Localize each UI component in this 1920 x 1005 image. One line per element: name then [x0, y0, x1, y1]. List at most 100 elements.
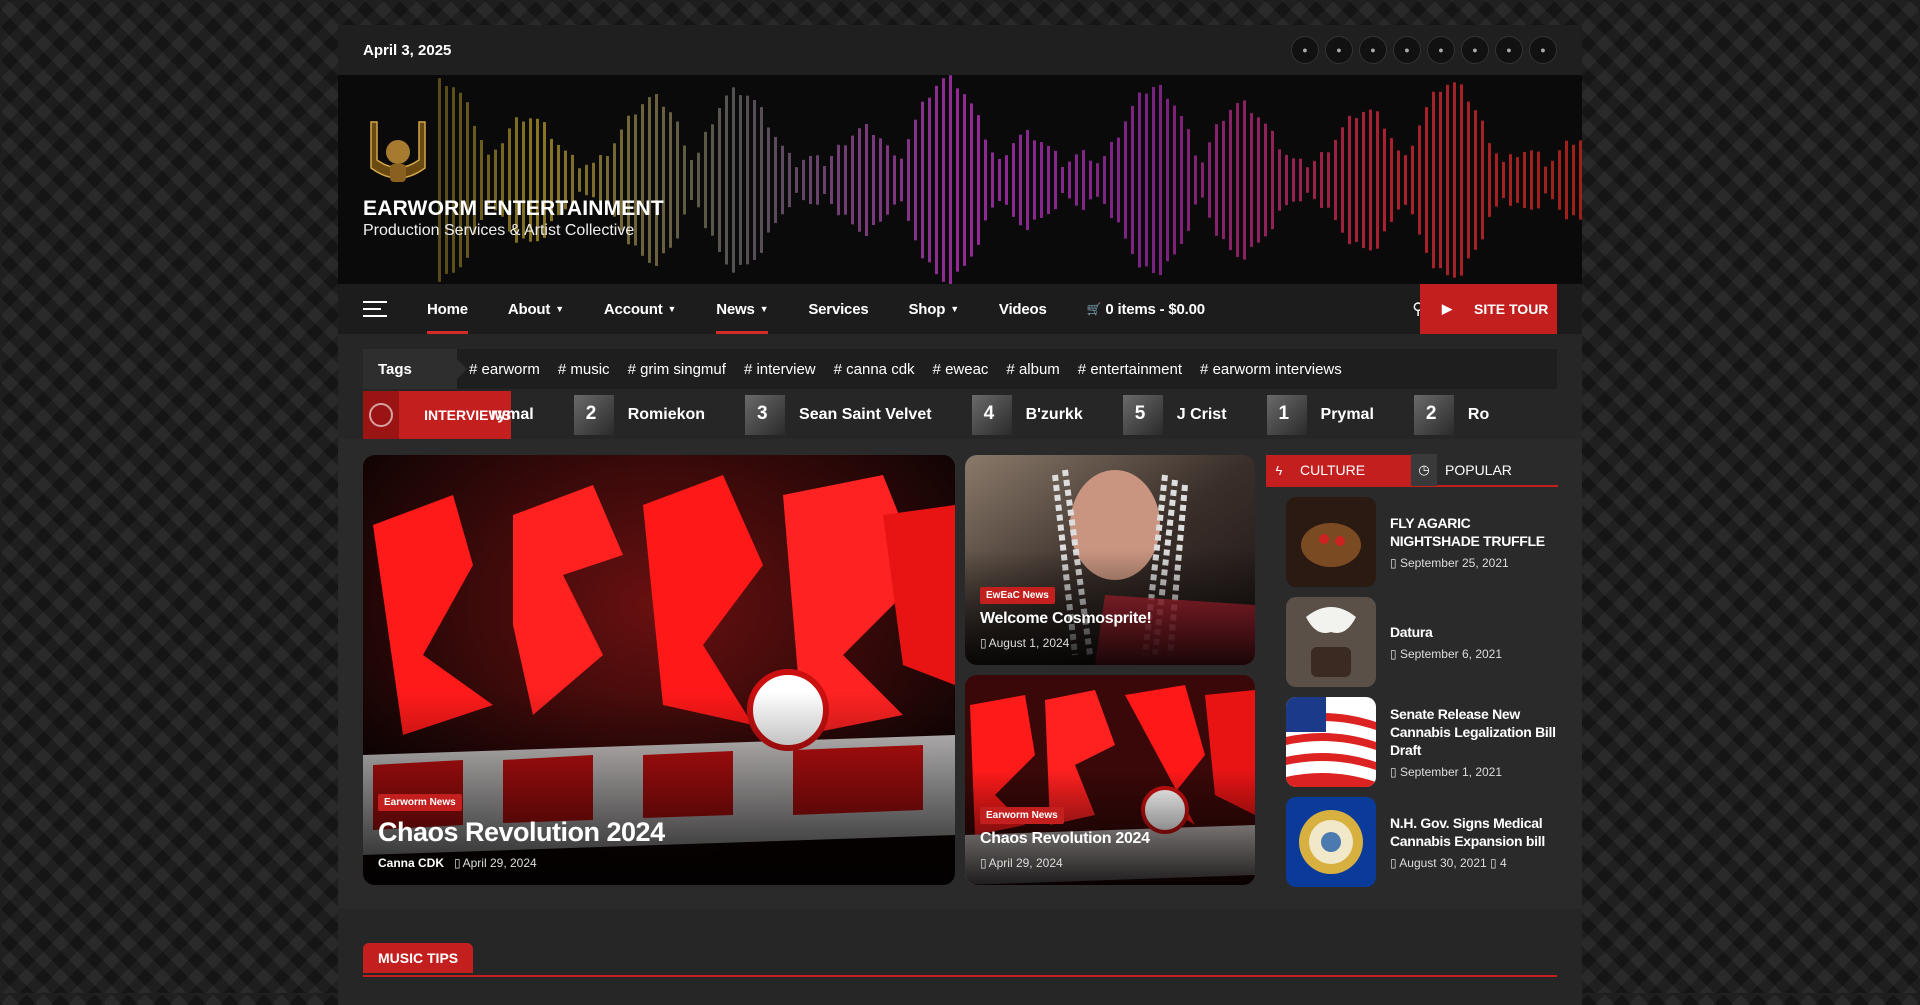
ticker-name: Romiekon — [627, 406, 706, 423]
site-tour-label: SITE TOUR — [1474, 301, 1549, 317]
nav-item-1[interactable]: About ▼ — [508, 284, 579, 334]
tab-popular[interactable]: ◷ POPULAR — [1411, 454, 1512, 486]
social-icon[interactable]: ● — [1359, 36, 1387, 64]
nav-item-label: Shop — [908, 300, 946, 318]
sidebar-post[interactable]: FLY AGARIC NIGHTSHADE TRUFFLE ▯ September… — [1266, 497, 1558, 587]
sidebar-tabs-widget: ϟ CULTURE ◷ POPULAR FLY AGARIC NIGHTSHAD… — [1266, 454, 1558, 887]
post-date: September 1, 2021 — [1399, 765, 1503, 779]
tag-link[interactable]: # grim singmuf — [628, 361, 726, 378]
tag-link[interactable]: # interview — [744, 361, 816, 378]
tag-link[interactable]: # album — [1006, 361, 1059, 378]
post-date: September 25, 2021 — [1399, 556, 1509, 570]
social-icon[interactable]: ● — [1529, 36, 1557, 64]
social-icon[interactable]: ● — [1291, 36, 1319, 64]
main-featured: Earworm News Chaos Revolution 2024 Canna… — [338, 439, 1582, 909]
author-name[interactable]: Canna CDK — [378, 856, 444, 870]
category-badge[interactable]: EwEaC News — [980, 587, 1055, 604]
tag-link[interactable]: # earworm — [469, 361, 540, 378]
ticker-name: J Crist — [1176, 406, 1227, 423]
featured-card-cosmosprite[interactable]: EwEaC News Welcome Cosmosprite! ▯ August… — [965, 455, 1255, 665]
site-tour-button[interactable]: ▶ SITE TOUR — [1420, 284, 1557, 334]
category-badge[interactable]: Earworm News — [378, 794, 462, 811]
tags-label: Tags — [363, 349, 467, 389]
post-thumbnail[interactable] — [1286, 697, 1376, 787]
post-title[interactable]: Datura — [1390, 623, 1502, 641]
chaos-thumb-title[interactable]: Chaos Revolution 2024 — [980, 830, 1150, 848]
sidebar-post[interactable]: Datura ▯ September 6, 2021 — [1266, 597, 1558, 687]
post-title[interactable]: FLY AGARIC NIGHTSHADE TRUFFLE — [1390, 514, 1558, 550]
post-meta: ▯ September 25, 2021 — [1390, 556, 1558, 570]
ticker-item[interactable]: 4 B'zurkk — [971, 395, 1083, 435]
sidebar-post[interactable]: Senate Release New Cannabis Legalization… — [1266, 697, 1558, 787]
social-links: ● ● ● ● ● ● ● ● — [1291, 36, 1557, 64]
ticker-item[interactable]: 2 Romiekon — [573, 395, 706, 435]
cosmosprite-title[interactable]: Welcome Cosmosprite! — [980, 610, 1152, 628]
interviews-ticker: INTERVIEWS rymal 2 Romiekon 3 Sean Saint Vel… — [363, 389, 1582, 441]
post-thumbnail[interactable] — [1286, 597, 1376, 687]
post-text: N.H. Gov. Signs Medical Cannabis Expansi… — [1390, 814, 1558, 870]
tag-link[interactable]: # eweac — [933, 361, 989, 378]
tag-label: eweac — [945, 360, 989, 378]
social-icon[interactable]: ● — [1393, 36, 1421, 64]
tab-culture-label: CULTURE — [1300, 462, 1366, 478]
hash-icon: # — [1006, 360, 1019, 378]
nav-item-6[interactable]: Videos — [999, 284, 1062, 334]
tag-link[interactable]: # canna cdk — [834, 361, 915, 378]
site-title: EARWORM ENTERTAINMENT — [363, 197, 664, 220]
offcanvas-menu-icon[interactable] — [363, 301, 387, 317]
hero-post-card[interactable]: Earworm News Chaos Revolution 2024 Canna… — [363, 455, 955, 885]
chevron-down-icon: ▼ — [759, 304, 769, 314]
post-thumbnail[interactable] — [1286, 497, 1376, 587]
post-text: FLY AGARIC NIGHTSHADE TRUFFLE ▯ September… — [1390, 514, 1558, 570]
current-date: April 3, 2025 — [363, 41, 452, 59]
sidebar-post[interactable]: N.H. Gov. Signs Medical Cannabis Expansi… — [1266, 797, 1558, 887]
hero-title[interactable]: Chaos Revolution 2024 — [378, 817, 665, 848]
music-tips-section: MUSIC TIPS — [363, 943, 1557, 977]
tag-label: music — [570, 360, 610, 378]
social-icon[interactable]: ● — [1427, 36, 1455, 64]
tab-culture[interactable]: ϟ CULTURE — [1266, 455, 1411, 485]
post-meta: ▯ August 30, 2021 ▯ 4 — [1390, 856, 1558, 870]
ticker-item[interactable]: 1 Prymal — [1266, 395, 1374, 435]
cart-icon: 🛒 — [1086, 302, 1102, 316]
top-bar: April 3, 2025 ● ● ● ● ● ● ● ● — [338, 25, 1582, 75]
tag-link[interactable]: # earworm interviews — [1200, 361, 1342, 378]
ticker-items: rymal 2 Romiekon 3 Sean Saint Velvet 4 B'zurkk… — [491, 395, 1529, 435]
nav-item-5[interactable]: Shop ▼ — [908, 284, 973, 334]
comment-count: 4 — [1499, 856, 1507, 870]
section-divider — [363, 975, 1557, 977]
social-icon[interactable]: ● — [1325, 36, 1353, 64]
tag-link[interactable]: # music — [558, 361, 610, 378]
nav-item-2[interactable]: Account ▼ — [604, 284, 691, 334]
main-navigation: Home About ▼ Account ▼ News ▼ Services Shop ▼ Vide… — [338, 284, 1582, 334]
social-icon[interactable]: ● — [1461, 36, 1489, 64]
ticker-thumb: 1 — [1266, 395, 1307, 435]
ticker-name: rymal — [491, 406, 534, 423]
ticker-item[interactable]: rymal — [491, 406, 534, 424]
category-badge[interactable]: Earworm News — [980, 807, 1064, 824]
nav-item-4[interactable]: Services — [808, 284, 883, 334]
site-branding[interactable]: EARWORM ENTERTAINMENT Production Service… — [363, 120, 664, 240]
site-logo[interactable] — [363, 120, 433, 188]
music-tips-heading: MUSIC TIPS — [363, 943, 474, 973]
ticker-item[interactable]: 5 J Crist — [1122, 395, 1227, 435]
tag-link[interactable]: # entertainment — [1078, 361, 1182, 378]
hash-icon: # — [1077, 360, 1091, 378]
hash-icon: # — [1200, 360, 1213, 378]
nav-item-3[interactable]: News ▼ — [716, 284, 783, 334]
nav-item-0[interactable]: Home — [427, 284, 483, 334]
post-title[interactable]: N.H. Gov. Signs Medical Cannabis Expansi… — [1390, 814, 1558, 850]
post-meta: ▯ September 1, 2021 — [1390, 765, 1558, 779]
ticker-name: B'zurkk — [1025, 406, 1083, 423]
ticker-label[interactable]: INTERVIEWS — [363, 391, 511, 439]
ticker-item[interactable]: 3 Sean Saint Velvet — [745, 395, 932, 435]
hash-icon: # — [833, 360, 847, 378]
post-title[interactable]: Senate Release New Cannabis Legalization… — [1390, 705, 1558, 759]
featured-card-chaos[interactable]: Earworm News Chaos Revolution 2024 ▯ Apr… — [965, 675, 1255, 885]
nav-item-7[interactable]: 🛒 0 items - $0.00 — [1087, 284, 1220, 334]
post-date: April 29, 2024 — [462, 856, 537, 870]
social-icon[interactable]: ● — [1495, 36, 1523, 64]
site-header: EARWORM ENTERTAINMENT Production Service… — [338, 75, 1582, 284]
ticker-item[interactable]: 2 Ro — [1413, 395, 1489, 435]
post-thumbnail[interactable] — [1286, 797, 1376, 887]
